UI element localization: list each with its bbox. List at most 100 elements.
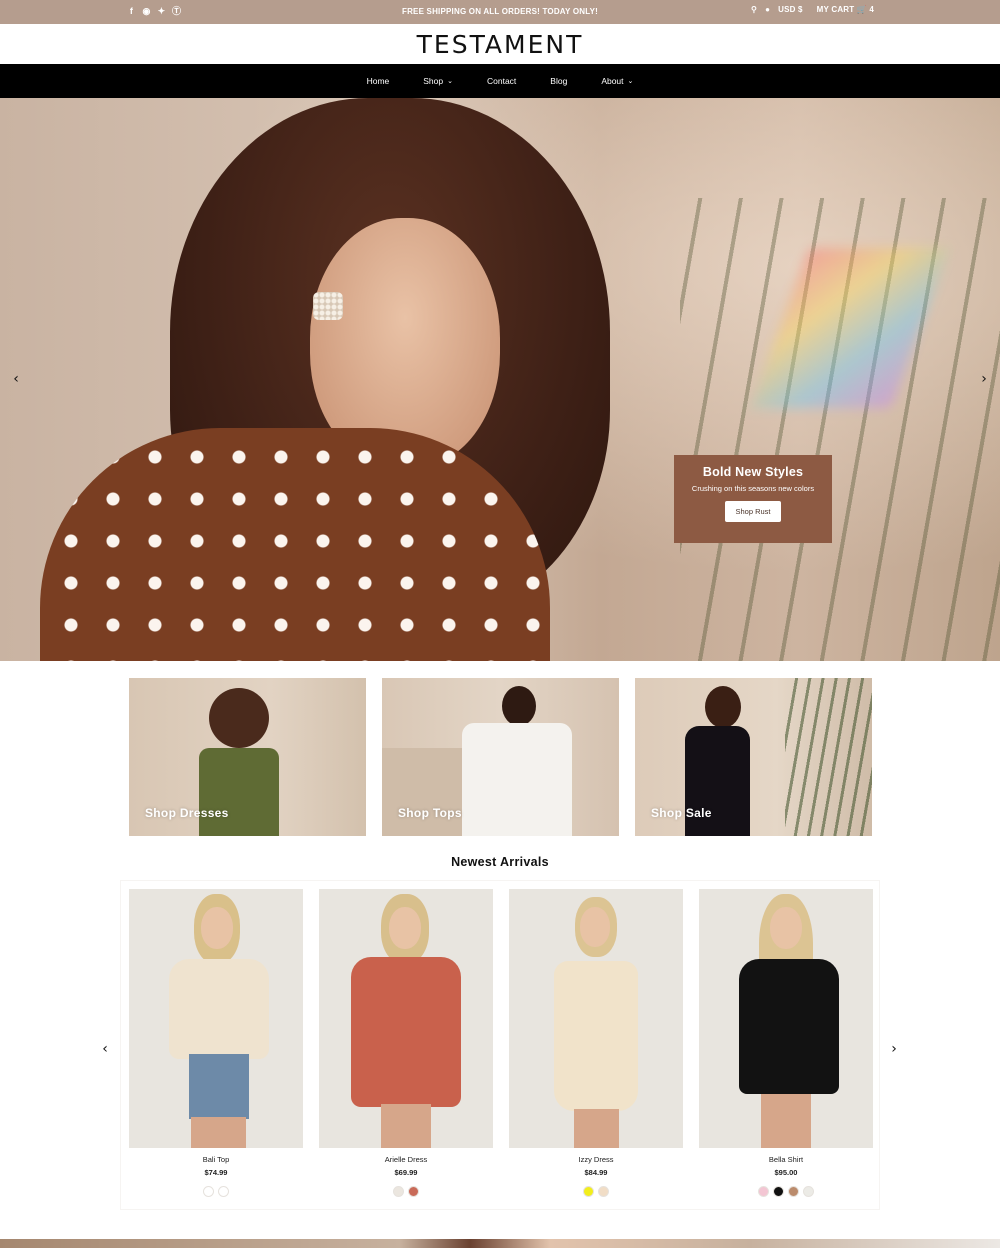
carousel-prev-arrow-icon[interactable]: ‹ bbox=[97, 1041, 113, 1057]
twitter-icon[interactable]: ✦ bbox=[157, 5, 166, 17]
product-price: $84.99 bbox=[584, 1168, 608, 1177]
nav-home-label: Home bbox=[366, 76, 390, 86]
cart-link[interactable]: MY CART 🛒 4 bbox=[817, 5, 874, 14]
cart-count: 4 bbox=[869, 5, 875, 14]
color-swatch[interactable] bbox=[773, 1186, 784, 1197]
product-image[interactable] bbox=[129, 889, 303, 1148]
cream-dress bbox=[554, 961, 638, 1111]
hero-model-earring bbox=[313, 292, 343, 320]
category-collection: Shop Dresses Shop Tops Shop Sale bbox=[129, 678, 872, 836]
color-swatch[interactable] bbox=[393, 1186, 404, 1197]
hero-prev-arrow-icon[interactable]: ‹ bbox=[8, 371, 24, 387]
category-tops[interactable]: Shop Tops bbox=[382, 678, 619, 836]
model-face bbox=[580, 907, 610, 947]
category-dresses[interactable]: Shop Dresses bbox=[129, 678, 366, 836]
denim-shorts bbox=[189, 1054, 249, 1119]
white-outfit-figure bbox=[462, 723, 572, 836]
nav-blog[interactable]: Blog bbox=[539, 76, 578, 86]
color-swatch[interactable] bbox=[758, 1186, 769, 1197]
model-legs bbox=[191, 1117, 246, 1148]
color-swatch[interactable] bbox=[408, 1186, 419, 1197]
hero-title: Bold New Styles bbox=[702, 465, 804, 479]
product-card: Izzy Dress $84.99 bbox=[509, 889, 683, 1197]
model-face bbox=[201, 907, 233, 949]
product-image[interactable] bbox=[699, 889, 873, 1148]
pinterest-icon[interactable]: Ⓣ bbox=[172, 5, 181, 17]
product-price: $74.99 bbox=[204, 1168, 228, 1177]
product-name[interactable]: Bali Top bbox=[129, 1155, 303, 1164]
cart-icon: 🛒 bbox=[856, 5, 867, 14]
hero-slideshow: ‹ › Bold New Styles Crushing on this sea… bbox=[0, 98, 1000, 661]
product-price: $69.99 bbox=[394, 1168, 418, 1177]
category-label: Shop Tops bbox=[398, 806, 462, 820]
product-name[interactable]: Arielle Dress bbox=[319, 1155, 493, 1164]
product-card: Bali Top $74.99 bbox=[129, 889, 303, 1197]
nav-about[interactable]: About ⌄ bbox=[590, 76, 644, 86]
chevron-down-icon: ⌄ bbox=[447, 78, 453, 85]
currency-selector[interactable]: USD $ bbox=[778, 5, 803, 14]
hero-model-polka-dot-top bbox=[40, 428, 550, 661]
model-face bbox=[770, 907, 802, 949]
color-swatches bbox=[509, 1186, 683, 1197]
nav-contact[interactable]: Contact bbox=[476, 76, 527, 86]
product-image[interactable] bbox=[509, 889, 683, 1148]
category-label: Shop Dresses bbox=[145, 806, 229, 820]
announcement-text: FREE SHIPPING ON ALL ORDERS! TODAY ONLY! bbox=[401, 7, 599, 16]
nav-shop[interactable]: Shop ⌄ bbox=[412, 76, 464, 86]
model-legs bbox=[381, 1104, 431, 1148]
facebook-icon[interactable]: f bbox=[127, 5, 136, 17]
nav-about-label: About bbox=[601, 76, 624, 86]
step-block bbox=[382, 748, 462, 836]
model-head bbox=[705, 686, 741, 728]
site-logo[interactable]: TESTAMENT bbox=[417, 30, 584, 59]
color-swatch[interactable] bbox=[218, 1186, 229, 1197]
color-swatch[interactable] bbox=[203, 1186, 214, 1197]
chevron-down-icon: ⌄ bbox=[627, 78, 634, 85]
newest-arrivals-heading: Newest Arrivals bbox=[451, 855, 549, 869]
search-icon[interactable]: ⚲ bbox=[751, 5, 757, 14]
category-sale[interactable]: Shop Sale bbox=[635, 678, 872, 836]
nav-blog-label: Blog bbox=[550, 76, 568, 86]
main-nav: Home Shop ⌄ Contact Blog About ⌄ bbox=[0, 64, 1000, 98]
announcement-bar: f ◉ ✦ Ⓣ FREE SHIPPING ON ALL ORDERS! TOD… bbox=[0, 0, 1000, 24]
product-image[interactable] bbox=[319, 889, 493, 1148]
model-face bbox=[389, 907, 421, 949]
green-dress-figure bbox=[199, 748, 279, 836]
next-section-banner-image bbox=[0, 1239, 1000, 1248]
color-swatch[interactable] bbox=[803, 1186, 814, 1197]
shop-rust-button[interactable]: Shop Rust bbox=[725, 501, 781, 522]
site-header: TESTAMENT bbox=[0, 24, 1000, 64]
model-legs bbox=[761, 1094, 811, 1148]
hero-subtitle: Crushing on this seasons new colors bbox=[691, 484, 815, 493]
color-swatches bbox=[129, 1186, 303, 1197]
nav-contact-label: Contact bbox=[487, 76, 517, 86]
nav-home[interactable]: Home bbox=[356, 76, 401, 86]
product-card: Arielle Dress $69.99 bbox=[319, 889, 493, 1197]
color-swatch[interactable] bbox=[583, 1186, 594, 1197]
product-card: Bella Shirt $95.00 bbox=[699, 889, 873, 1197]
black-shirt bbox=[739, 959, 839, 1094]
color-swatches bbox=[319, 1186, 493, 1197]
color-swatch[interactable] bbox=[598, 1186, 609, 1197]
plant-leaves bbox=[785, 678, 872, 836]
product-name[interactable]: Bella Shirt bbox=[699, 1155, 873, 1164]
cream-blouse bbox=[169, 959, 269, 1059]
model-head bbox=[502, 686, 536, 726]
nav-shop-label: Shop bbox=[423, 76, 444, 86]
hero-promo-box: Bold New Styles Crushing on this seasons… bbox=[674, 455, 832, 543]
model-head bbox=[209, 688, 269, 748]
product-name[interactable]: Izzy Dress bbox=[509, 1155, 683, 1164]
model-legs bbox=[574, 1109, 619, 1148]
carousel-next-arrow-icon[interactable]: › bbox=[886, 1041, 902, 1057]
social-links: f ◉ ✦ Ⓣ bbox=[127, 5, 181, 17]
product-price: $95.00 bbox=[774, 1168, 798, 1177]
account-icon[interactable]: ● bbox=[765, 5, 770, 14]
instagram-icon[interactable]: ◉ bbox=[142, 5, 151, 17]
rust-dress bbox=[351, 957, 461, 1107]
color-swatch[interactable] bbox=[788, 1186, 799, 1197]
hero-next-arrow-icon[interactable]: › bbox=[976, 371, 992, 387]
cart-label: MY CART bbox=[816, 5, 855, 14]
product-carousel: Bali Top $74.99 Arielle Dress $69.99 Izz… bbox=[129, 889, 873, 1197]
color-swatches bbox=[699, 1186, 873, 1197]
category-label: Shop Sale bbox=[651, 806, 712, 820]
